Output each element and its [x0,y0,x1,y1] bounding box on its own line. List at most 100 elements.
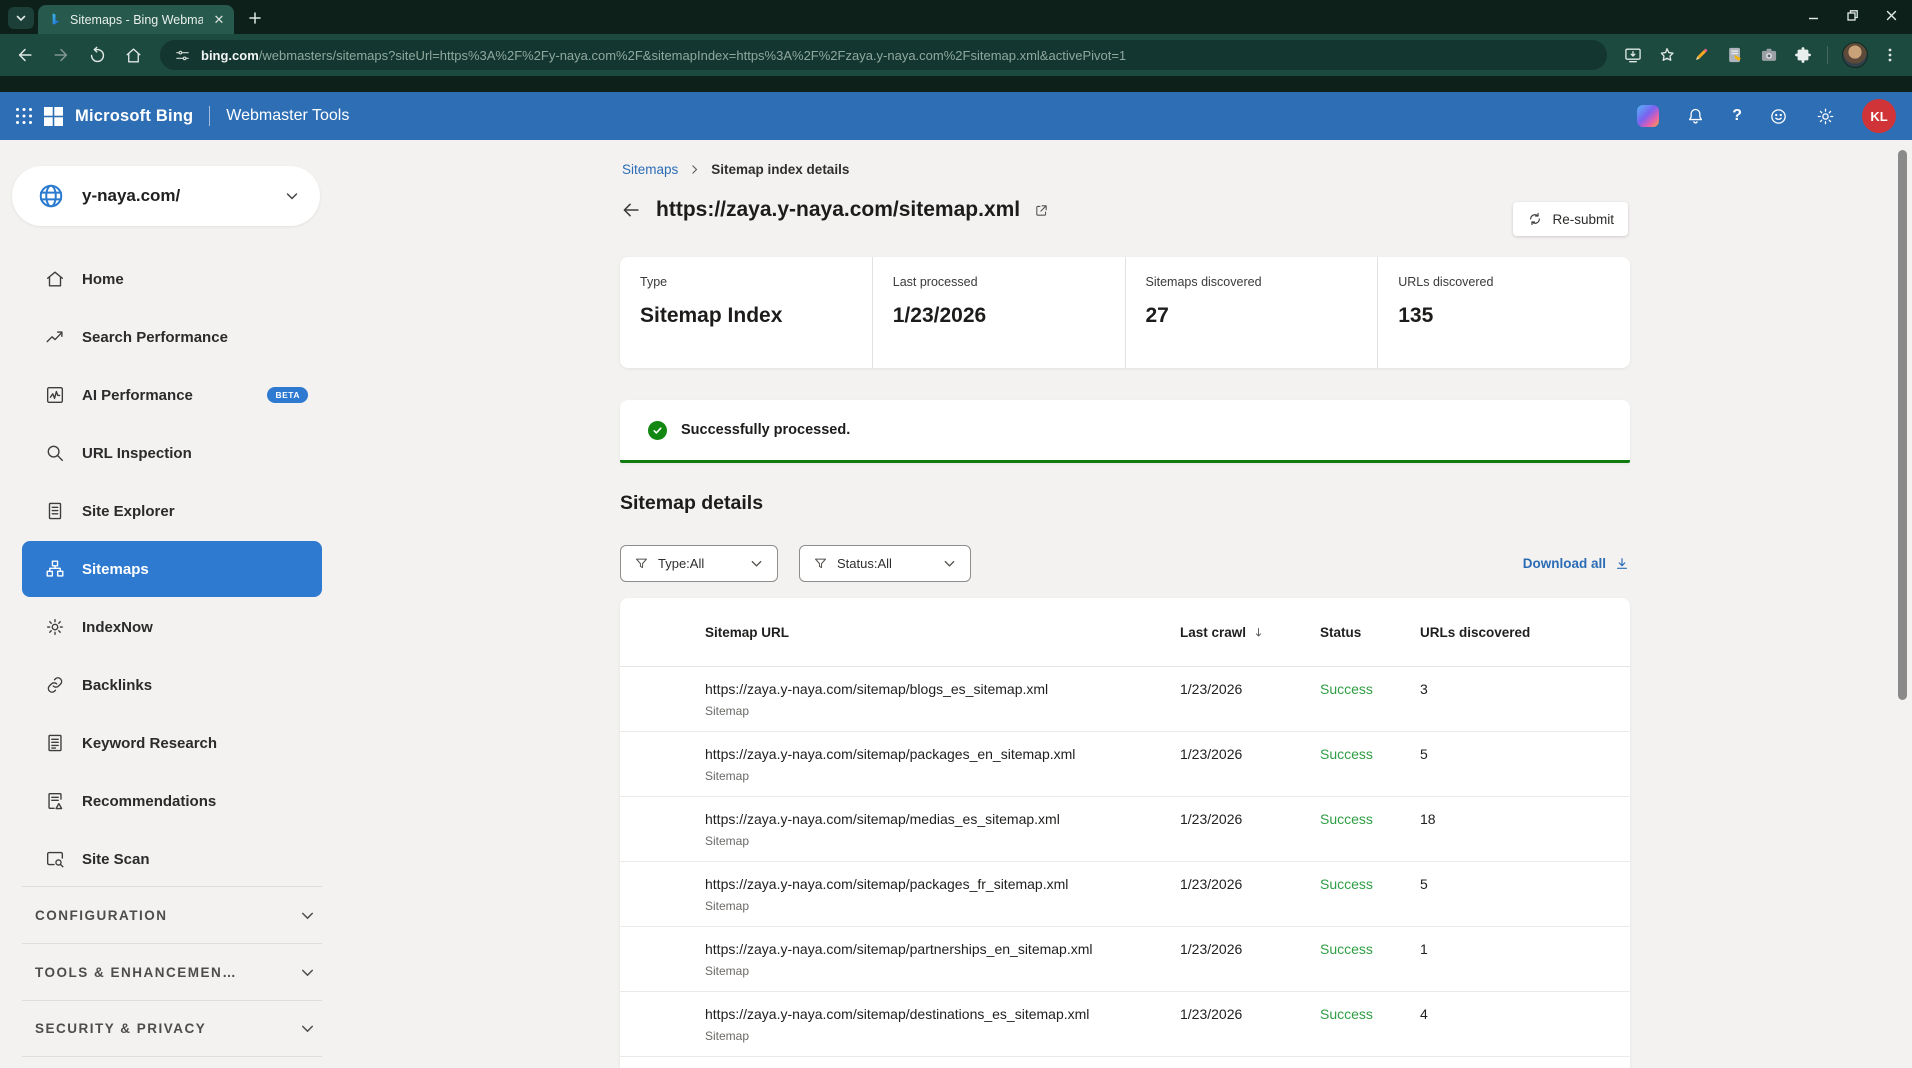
sitemap-type: Sitemap [705,769,1180,783]
sitemap-url[interactable]: https://zaya.y-naya.com/sitemap/medias_e… [705,811,1180,827]
notes-extension-icon[interactable] [1725,45,1745,65]
copilot-icon[interactable] [1637,105,1659,127]
search-icon [44,442,66,464]
stat-label: Type [640,275,852,289]
settings-gear-icon[interactable] [1815,106,1836,127]
table-row[interactable]: https://zaya.y-naya.com/sitemap/medias_e… [620,797,1630,862]
sidebar-sections: CONFIGURATION TOOLS & ENHANCEMEN… SECURI… [22,886,322,1057]
table-row[interactable]: https://zaya.y-naya.com/sitemap/blogs_es… [620,667,1630,732]
table-row[interactable]: https://zaya.y-naya.com/sitemap/destinat… [620,992,1630,1057]
browser-profile-avatar[interactable] [1842,42,1868,68]
chevron-down-icon [942,556,957,571]
resubmit-button[interactable]: Re-submit [1513,202,1628,236]
forward-button[interactable] [46,40,76,70]
urls-discovered-count: 5 [1420,862,1585,926]
restore-button[interactable] [1846,9,1859,22]
sidebar-item-backlinks[interactable]: Backlinks [22,656,322,714]
minimize-button[interactable] [1807,9,1820,22]
table-row[interactable]: https://zaya.y-naya.com/sitemap/packages… [620,732,1630,797]
window-controls [1807,0,1906,30]
camera-extension-icon[interactable] [1759,45,1779,65]
toolbar-actions [1619,42,1902,68]
home-button[interactable] [118,40,148,70]
sitemap-url[interactable]: https://zaya.y-naya.com/sitemap/packages… [705,876,1180,892]
browser-tab[interactable]: Sitemaps - Bing Webmas ✕ [38,5,234,34]
reload-button[interactable] [82,40,112,70]
stat-value: 1/23/2026 [893,304,1105,328]
sidebar-item-home[interactable]: Home [22,250,322,308]
waffle-menu-icon[interactable] [14,106,34,126]
brand-name: Microsoft Bing [75,107,193,126]
sidebar-nav: Home Search Performance AI Performance B… [22,250,322,888]
stat-urls-discovered: URLs discovered 135 [1378,257,1630,368]
close-window-button[interactable] [1885,9,1898,22]
url-host: bing.com [201,48,259,63]
sidebar-item-site-explorer[interactable]: Site Explorer [22,482,322,540]
notifications-bell-icon[interactable] [1685,106,1706,127]
tab-close-icon[interactable]: ✕ [210,11,228,29]
breadcrumb-sitemaps-link[interactable]: Sitemaps [622,162,678,177]
sidebar-item-label: URL Inspection [82,445,192,462]
trend-icon [44,326,66,348]
brand[interactable]: Microsoft Bing Webmaster Tools [44,106,349,126]
sidebar-item-indexnow[interactable]: IndexNow [22,598,322,656]
sidebar-item-search-performance[interactable]: Search Performance [22,308,322,366]
sidebar-section-security[interactable]: SECURITY & PRIVACY [22,1000,322,1057]
bookmark-star-icon[interactable] [1657,45,1677,65]
new-tab-button[interactable] [242,5,268,31]
sidebar-item-label: Search Performance [82,329,228,346]
browser-menu-icon[interactable] [1882,47,1898,63]
tab-search-button[interactable] [8,7,34,29]
page-scrollbar[interactable] [1898,150,1907,700]
chevron-down-icon [299,964,316,981]
home-icon [124,46,143,65]
help-icon[interactable]: ? [1732,107,1742,125]
urls-discovered-count: 3 [1420,667,1585,731]
account-avatar[interactable]: KL [1862,99,1896,133]
document-alert-icon [44,790,66,812]
sidebar-item-label: Keyword Research [82,735,217,752]
site-picker[interactable]: y-naya.com/ [12,166,320,226]
external-link-icon[interactable] [1034,203,1049,218]
sidebar-item-label: AI Performance [82,387,193,404]
install-app-icon[interactable] [1623,45,1643,65]
table-row[interactable]: https://zaya.y-naya.com/sitemap/packages… [620,862,1630,927]
feedback-smiley-icon[interactable] [1768,106,1789,127]
sort-descending-icon [1252,626,1265,639]
document-lines-icon [44,732,66,754]
address-bar[interactable]: bing.com/webmasters/sitemaps?siteUrl=htt… [160,40,1607,70]
back-button[interactable] [10,40,40,70]
gear-icon [44,616,66,638]
sidebar-item-recommendations[interactable]: Recommendations [22,772,322,830]
sidebar-section-configuration[interactable]: CONFIGURATION [22,886,322,943]
pencil-extension-icon[interactable] [1691,45,1711,65]
sitemap-url[interactable]: https://zaya.y-naya.com/sitemap/destinat… [705,1006,1180,1022]
title-row: https://zaya.y-naya.com/sitemap.xml [620,198,1630,222]
column-header-last-crawl[interactable]: Last crawl [1180,625,1320,640]
sitemap-url[interactable]: https://zaya.y-naya.com/sitemap/blogs_es… [705,681,1180,697]
status-filter-dropdown[interactable]: Status:All [799,545,971,582]
sidebar-item-ai-performance[interactable]: AI Performance BETA [22,366,322,424]
sidebar-section-tools[interactable]: TOOLS & ENHANCEMEN… [22,943,322,1000]
sidebar-item-site-scan[interactable]: Site Scan [22,830,322,888]
urls-discovered-count: 18 [1420,797,1585,861]
sitemap-icon [44,558,66,580]
sidebar: y-naya.com/ Home Search Performance AI P… [0,140,340,1068]
download-all-link[interactable]: Download all [1523,556,1630,572]
table-row[interactable]: https://zaya.y-naya.com/sitemap/partners… [620,927,1630,992]
type-filter-dropdown[interactable]: Type:All [620,545,778,582]
breadcrumb-current: Sitemap index details [711,162,849,177]
sitemap-url[interactable]: https://zaya.y-naya.com/sitemap/partners… [705,941,1180,957]
funnel-icon [813,556,828,571]
sitemap-url[interactable]: https://zaya.y-naya.com/sitemap/packages… [705,746,1180,762]
extensions-puzzle-icon[interactable] [1793,45,1813,65]
sidebar-item-url-inspection[interactable]: URL Inspection [22,424,322,482]
sidebar-item-keyword-research[interactable]: Keyword Research [22,714,322,772]
resubmit-label: Re-submit [1552,212,1614,227]
stat-label: Last processed [893,275,1105,289]
download-all-label: Download all [1523,556,1606,571]
column-header-sitemap-url: Sitemap URL [705,625,1180,640]
status-badge: Success [1320,862,1420,926]
back-arrow-icon[interactable] [620,199,642,221]
sidebar-item-sitemaps[interactable]: Sitemaps [22,541,322,597]
